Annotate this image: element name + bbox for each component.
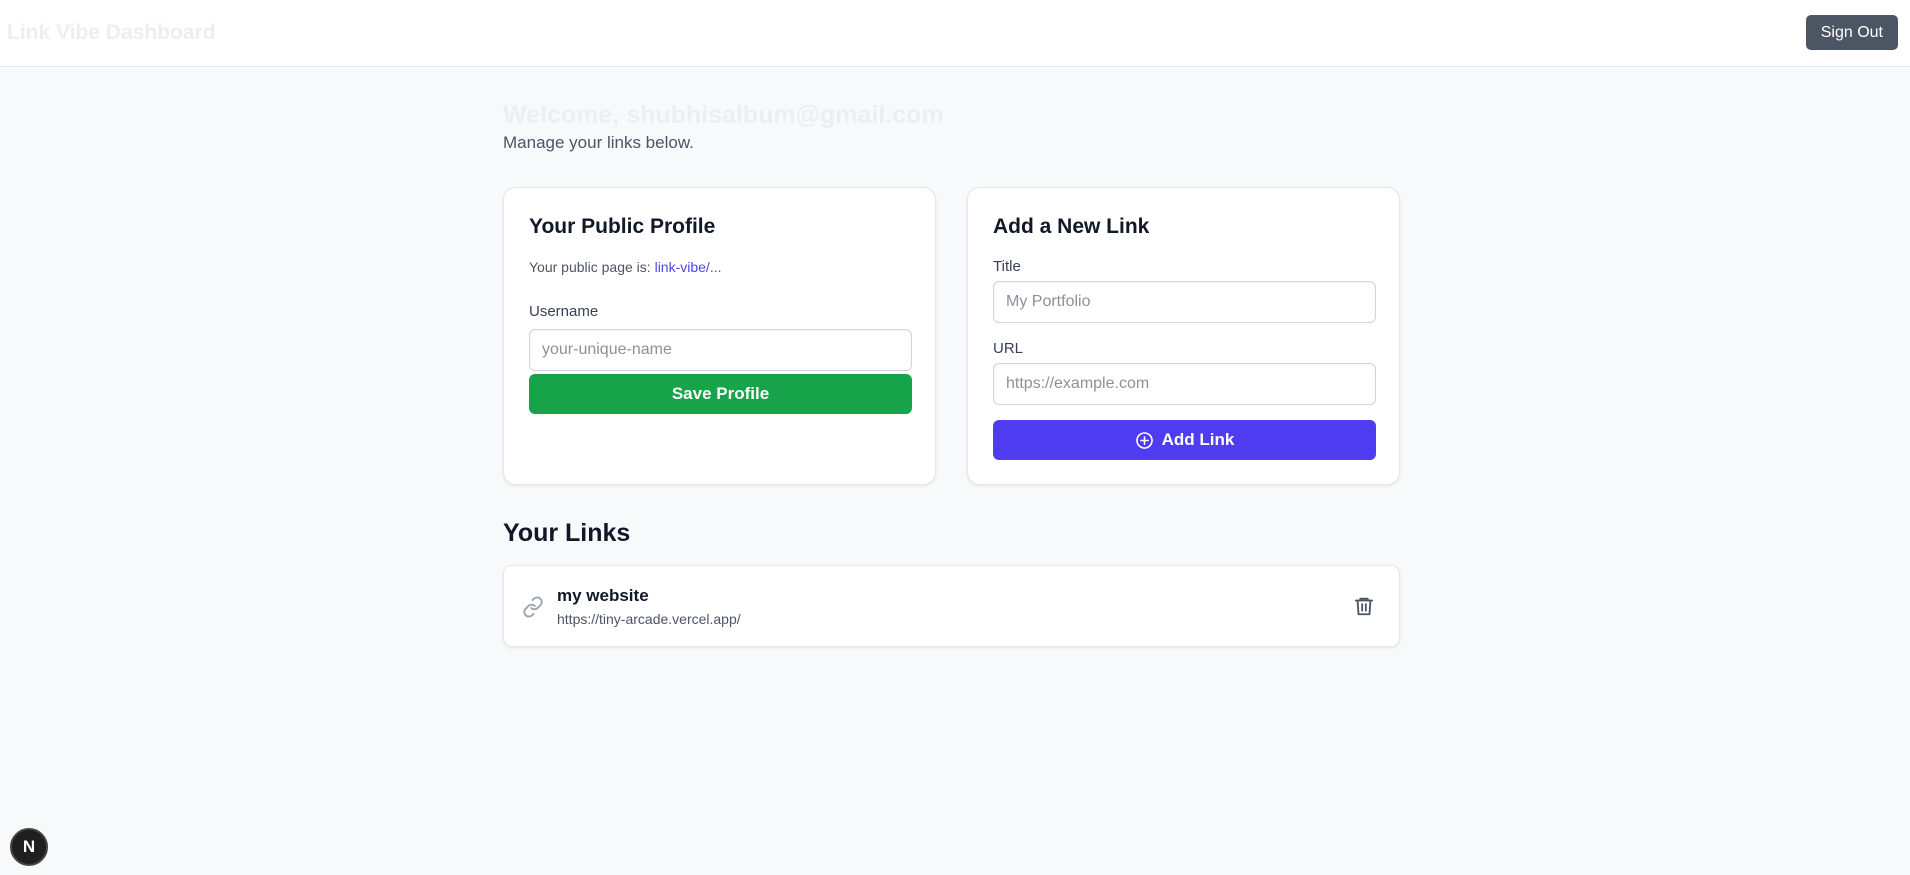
save-profile-button[interactable]: Save Profile bbox=[529, 374, 912, 414]
dev-tools-badge[interactable]: N bbox=[10, 828, 48, 866]
public-profile-title: Your Public Profile bbox=[529, 215, 716, 238]
link-url[interactable]: https://tiny-arcade.vercel.app/ bbox=[557, 611, 741, 627]
public-page-link[interactable]: link-vibe/... bbox=[655, 259, 722, 275]
trash-icon[interactable] bbox=[1353, 595, 1375, 617]
username-input[interactable] bbox=[529, 329, 912, 371]
link-title-input[interactable] bbox=[993, 281, 1376, 323]
username-label: Username bbox=[529, 303, 599, 320]
plus-circle-icon bbox=[1135, 431, 1153, 449]
link-list-item: my website https://tiny-arcade.vercel.ap… bbox=[503, 565, 1400, 647]
public-page-line: Your public page is: link-vibe/... bbox=[529, 259, 722, 275]
sign-out-button[interactable]: Sign Out bbox=[1805, 15, 1898, 50]
add-link-label: Add Link bbox=[1161, 430, 1235, 449]
welcome-subtitle: Manage your links below. bbox=[503, 133, 694, 152]
public-profile-card: Your Public Profile Your public page is:… bbox=[503, 187, 936, 485]
link-icon bbox=[523, 596, 543, 618]
link-title: my website bbox=[557, 586, 649, 605]
link-title-label: Title bbox=[993, 258, 1021, 275]
public-page-prefix: Your public page is: bbox=[529, 259, 655, 275]
add-link-button[interactable]: Add Link bbox=[993, 420, 1376, 460]
url-label: URL bbox=[993, 340, 1024, 357]
top-navbar: Link Vibe Dashboard Sign Out bbox=[0, 0, 1910, 67]
app-title: Link Vibe Dashboard bbox=[7, 21, 216, 44]
url-input[interactable] bbox=[993, 363, 1376, 405]
your-links-heading: Your Links bbox=[503, 519, 631, 547]
dev-badge-letter: N bbox=[22, 837, 36, 856]
welcome-heading: Welcome, shubhisalbum@gmail.com bbox=[503, 101, 944, 129]
add-link-card: Add a New Link Title URL Add Link bbox=[967, 187, 1400, 485]
add-link-title: Add a New Link bbox=[993, 215, 1150, 238]
